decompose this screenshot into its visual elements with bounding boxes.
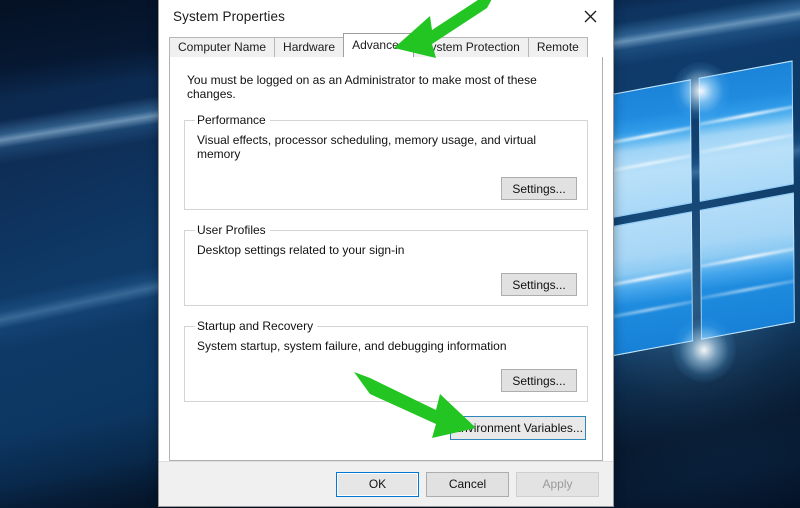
performance-group: Performance Visual effects, processor sc… xyxy=(184,113,588,210)
system-properties-dialog: System Properties Computer Name Hardware… xyxy=(158,0,614,507)
startup-and-recovery-group: Startup and Recovery System startup, sys… xyxy=(184,319,588,402)
performance-settings-button[interactable]: Settings... xyxy=(501,177,577,200)
environment-variables-button[interactable]: Environment Variables... xyxy=(449,415,587,441)
tabstrip: Computer Name Hardware Advanced System P… xyxy=(159,33,613,57)
wallpaper-spark-top xyxy=(672,62,730,120)
user-profiles-description: Desktop settings related to your sign-in xyxy=(197,243,405,257)
tab-system-protection[interactable]: System Protection xyxy=(413,37,529,57)
advanced-tab-panel: You must be logged on as an Administrato… xyxy=(169,56,603,461)
user-profiles-group-legend: User Profiles xyxy=(197,223,266,237)
ok-button[interactable]: OK xyxy=(336,471,419,497)
user-profiles-group: User Profiles Desktop settings related t… xyxy=(184,223,588,306)
startup-and-recovery-description: System startup, system failure, and debu… xyxy=(197,339,507,353)
tab-advanced[interactable]: Advanced xyxy=(343,33,415,57)
tab-remote[interactable]: Remote xyxy=(527,37,588,57)
windows-logo-pane-bottom-right xyxy=(699,192,795,340)
user-profiles-settings-button[interactable]: Settings... xyxy=(501,273,577,296)
apply-button: Apply xyxy=(516,471,599,497)
dialog-titlebar: System Properties xyxy=(159,0,613,33)
wallpaper-spark-bottom xyxy=(672,318,736,382)
dialog-footer: OK Cancel Apply xyxy=(159,461,613,506)
performance-group-legend: Performance xyxy=(197,113,266,127)
administrator-note: You must be logged on as an Administrato… xyxy=(187,73,537,101)
environment-variables-row: Environment Variables... xyxy=(184,415,588,441)
close-icon[interactable] xyxy=(567,0,613,33)
startup-and-recovery-settings-button[interactable]: Settings... xyxy=(501,369,577,392)
dialog-title: System Properties xyxy=(173,8,285,24)
performance-description: Visual effects, processor scheduling, me… xyxy=(197,133,537,161)
tab-computer-name[interactable]: Computer Name xyxy=(169,37,276,57)
tab-hardware[interactable]: Hardware xyxy=(274,37,345,57)
startup-and-recovery-group-legend: Startup and Recovery xyxy=(197,319,314,333)
cancel-button[interactable]: Cancel xyxy=(426,471,509,497)
